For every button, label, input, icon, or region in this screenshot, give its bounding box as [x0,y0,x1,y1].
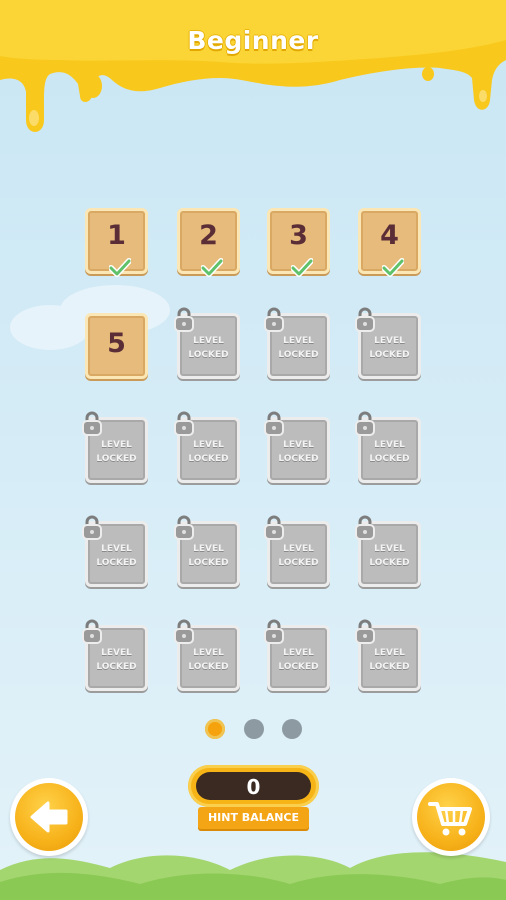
padlock-icon [174,619,194,644]
locked-label: LEVEL [283,336,314,346]
shop-button[interactable] [412,778,490,856]
back-button[interactable] [10,778,88,856]
locked-label: LOCKED [96,454,137,464]
locked-label: LEVEL [374,336,405,346]
padlock-icon [355,411,375,436]
locked-label: LEVEL [193,648,224,658]
level-tile-locked: LEVEL LOCKED [174,307,240,379]
level-tile-5[interactable]: 5 [85,313,148,379]
locked-label: LEVEL [283,440,314,450]
page-dot-3[interactable] [282,719,302,739]
arrow-left-icon [30,801,68,833]
level-number: 1 [107,220,126,251]
hint-balance: 0 HINT BALANCE [188,765,319,831]
locked-label: LOCKED [188,350,229,360]
level-tile-3[interactable]: 3 [267,208,330,277]
locked-label: LEVEL [374,648,405,658]
checkmark-icon [201,258,223,277]
locked-label: LEVEL [374,544,405,554]
level-number: 5 [107,328,126,359]
padlock-icon [82,515,102,540]
level-tile-locked: LEVEL LOCKED [174,515,240,587]
padlock-icon [355,515,375,540]
padlock-icon [82,619,102,644]
level-tile-locked: LEVEL LOCKED [355,411,421,483]
locked-label: LOCKED [96,662,137,672]
locked-label: LOCKED [369,454,410,464]
level-tile-locked: LEVEL LOCKED [174,619,240,691]
checkmark-icon [291,258,313,277]
page-dot-1[interactable] [205,719,225,739]
level-tile-locked: LEVEL LOCKED [264,515,330,587]
level-tile-1[interactable]: 1 [85,208,148,277]
locked-label: LOCKED [369,662,410,672]
honey-drip-header [0,0,506,132]
locked-label: LOCKED [96,558,137,568]
level-tile-locked: LEVEL LOCKED [82,515,148,587]
padlock-icon [355,307,375,332]
locked-label: LEVEL [101,648,132,658]
level-tile-locked: LEVEL LOCKED [355,619,421,691]
page-title: Beginner [187,26,319,55]
locked-label: LOCKED [278,350,319,360]
level-tile-locked: LEVEL LOCKED [264,619,330,691]
locked-label: LOCKED [278,662,319,672]
padlock-icon [174,411,194,436]
padlock-icon [174,307,194,332]
locked-label: LEVEL [374,440,405,450]
checkmark-icon [382,258,404,277]
locked-label: LOCKED [369,350,410,360]
level-tile-locked: LEVEL LOCKED [174,411,240,483]
locked-label: LEVEL [283,648,314,658]
level-tile-locked: LEVEL LOCKED [82,411,148,483]
level-tile-locked: LEVEL LOCKED [355,515,421,587]
padlock-icon [82,411,102,436]
locked-label: LEVEL [193,336,224,346]
padlock-icon [264,515,284,540]
padlock-icon [355,619,375,644]
locked-label: LEVEL [193,440,224,450]
hint-balance-label: HINT BALANCE [207,811,300,824]
level-tile-2[interactable]: 2 [177,208,240,277]
level-tile-locked: LEVEL LOCKED [355,307,421,379]
locked-label: LEVEL [193,544,224,554]
locked-label: LOCKED [188,454,229,464]
locked-label: LOCKED [188,662,229,672]
level-tile-locked: LEVEL LOCKED [264,307,330,379]
hint-balance-value: 0 [246,775,261,799]
background-cloud [10,305,90,350]
locked-label: LEVEL [101,544,132,554]
page-dot-2[interactable] [244,719,264,739]
padlock-icon [264,411,284,436]
level-tile-locked: LEVEL LOCKED [264,411,330,483]
padlock-icon [264,619,284,644]
locked-label: LOCKED [188,558,229,568]
locked-label: LOCKED [278,558,319,568]
padlock-icon [264,307,284,332]
level-tile-locked: LEVEL LOCKED [82,619,148,691]
locked-label: LEVEL [283,544,314,554]
locked-label: LOCKED [369,558,410,568]
level-tile-4[interactable]: 4 [358,208,421,277]
padlock-icon [174,515,194,540]
locked-label: LOCKED [278,454,319,464]
level-number: 3 [289,220,308,251]
locked-label: LEVEL [101,440,132,450]
checkmark-icon [109,258,131,277]
level-number: 4 [380,220,399,251]
level-number: 2 [199,220,218,251]
cart-icon [428,802,472,836]
